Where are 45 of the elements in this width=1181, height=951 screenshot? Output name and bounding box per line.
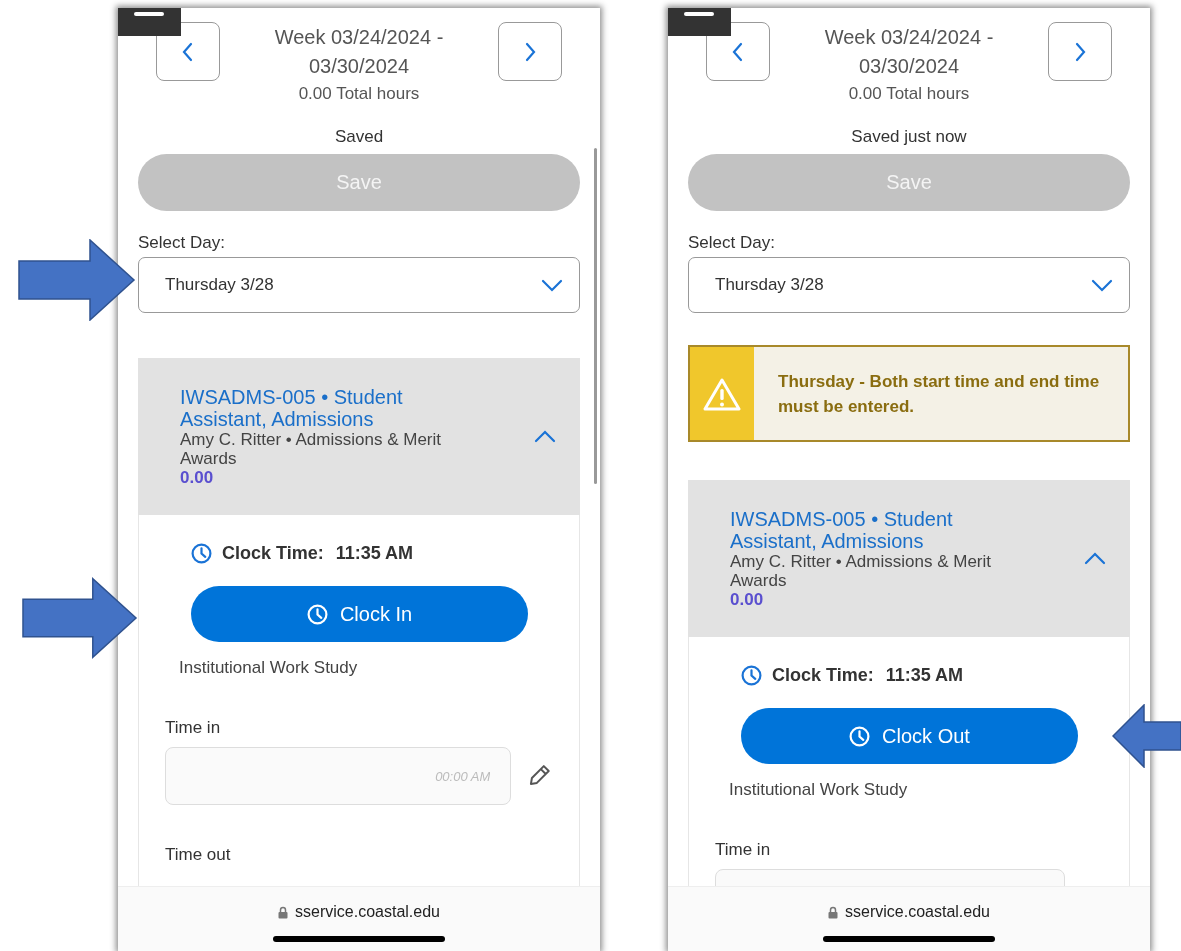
callout-arrow: [1112, 704, 1181, 768]
day-select[interactable]: Thursday 3/28: [138, 257, 580, 313]
program-name: Institutional Work Study: [729, 780, 909, 800]
field-label: Time in: [715, 840, 772, 860]
clock-icon: [306, 603, 328, 625]
job-title[interactable]: IWSADMS-005 • Student Assistant, Admissions: [180, 385, 440, 430]
clock-time-value: 11:35 AM: [335, 543, 414, 564]
clock-icon: [191, 543, 212, 564]
select-day-label: Select Day:: [138, 232, 226, 254]
clock-time-label: Clock Time:: [222, 543, 324, 564]
url-text[interactable]: sservice.coastal.edu: [295, 903, 440, 921]
save-status: Saved just now: [850, 126, 968, 148]
save-status: Saved: [333, 126, 385, 148]
job-hours: 0.00: [180, 467, 215, 488]
job-title[interactable]: IWSADMS-005 • Student Assistant, Admissions: [730, 507, 990, 552]
next-week-button[interactable]: [498, 22, 562, 81]
previous-week-button[interactable]: [156, 22, 220, 81]
total-hours: 0.00 Total hours: [297, 83, 421, 105]
job-supervisor: Amy C. Ritter • Admissions & Merit Awards: [730, 551, 992, 590]
clock-time-value: 11:35 AM: [885, 665, 964, 686]
alert-message: Thursday - Both start time and end time must be entered.: [777, 370, 1101, 418]
program-name: Institutional Work Study: [179, 658, 359, 678]
job-header[interactable]: IWSADMS-005 • Student Assistant, Admissions Amy C. Ritter • Admissions & Merit Awards 0.00: [138, 358, 580, 515]
clock-button[interactable]: Clock Out: [741, 708, 1078, 764]
total-hours: 0.00 Total hours: [847, 83, 971, 105]
job-supervisor: Amy C. Ritter • Admissions & Merit Awards: [180, 429, 442, 468]
warning-icon: [703, 376, 741, 411]
next-week-button[interactable]: [1048, 22, 1112, 81]
clock-button[interactable]: Clock In: [191, 586, 528, 642]
job-hours: 0.00: [730, 589, 765, 610]
job-header[interactable]: IWSADMS-005 • Student Assistant, Admissions Amy C. Ritter • Admissions & Merit Awards 0.00: [688, 480, 1130, 637]
time-field[interactable]: 00:00 AM: [165, 747, 512, 805]
week-title: Week 03/24/2024 - 03/30/2024: [823, 25, 995, 79]
lock-icon: [828, 905, 838, 919]
field-label: Time out: [165, 845, 232, 865]
url-text[interactable]: sservice.coastal.edu: [845, 903, 990, 921]
day-select[interactable]: Thursday 3/28: [688, 257, 1130, 313]
select-day-label: Select Day:: [688, 232, 776, 254]
clock-icon: [849, 725, 871, 747]
week-title: Week 03/24/2024 - 03/30/2024: [273, 25, 445, 79]
lock-icon: [278, 905, 288, 919]
previous-week-button[interactable]: [706, 22, 770, 81]
clock-time-label: Clock Time:: [772, 665, 874, 686]
clock-icon: [741, 665, 762, 686]
field-label: Time in: [165, 718, 222, 738]
